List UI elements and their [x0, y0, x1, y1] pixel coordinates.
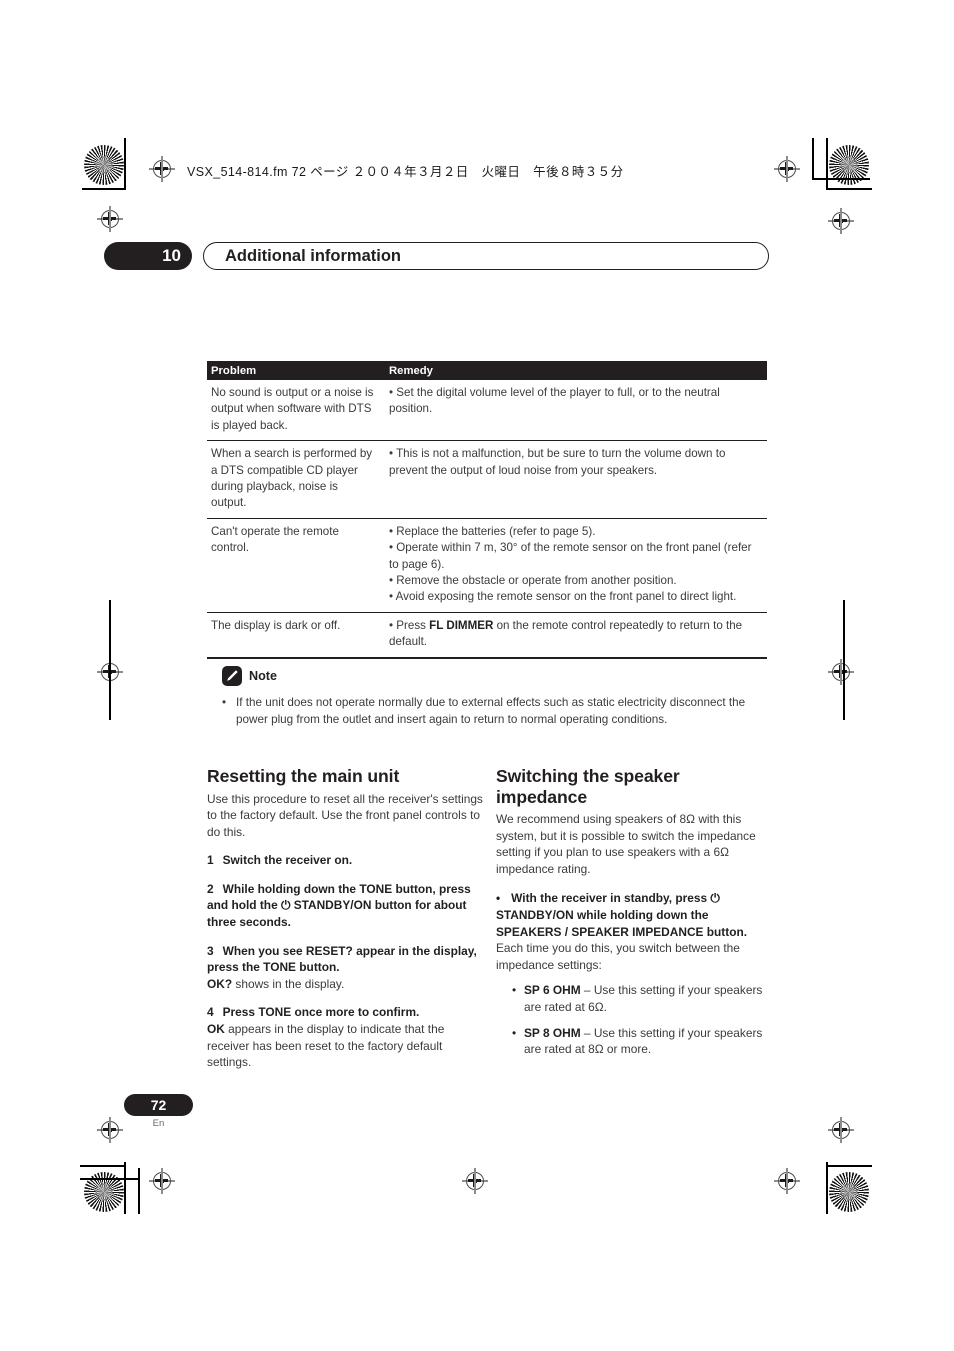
crop-mark-bottom-left-inner-v	[138, 1168, 140, 1214]
remedy-cell: • Press FL DIMMER on the remote control …	[385, 618, 767, 651]
pencil-note-icon	[222, 666, 242, 686]
registration-target-upper-left-edge	[97, 206, 123, 232]
instruction-followup: Each time you do this, you switch betwee…	[496, 941, 740, 972]
step-number: 1	[207, 853, 214, 868]
standby-power-icon: ⏻	[280, 898, 291, 913]
registration-target-lower-right-edge	[828, 1117, 854, 1143]
chapter-title: Additional information	[203, 242, 769, 270]
bullet-glyph: •	[512, 1025, 517, 1040]
registration-target-lower-left-edge	[97, 1117, 123, 1143]
crop-mark-top-right-inner-h	[812, 178, 870, 180]
folio: 72 En	[124, 1094, 193, 1129]
remedy-item: • Operate within 7 m, 30° of the remote …	[389, 541, 752, 571]
crop-mark-bottom-left-inner-h	[80, 1178, 140, 1180]
list-item: • SP 8 OHM – Use this setting if your sp…	[496, 1025, 774, 1058]
registration-target-top-center-right	[828, 208, 854, 234]
chapter-number-badge: 10	[104, 242, 192, 270]
registration-target-top-left	[149, 156, 175, 182]
remedy-cell: • Replace the batteries (refer to page 5…	[385, 524, 767, 606]
table-row: When a search is performed by a DTS comp…	[207, 441, 767, 519]
problem-cell: Can't operate the remote control.	[211, 524, 339, 555]
setting-name: SP 6 OHM	[524, 983, 581, 998]
problem-cell: No sound is output or a noise is output …	[211, 386, 374, 432]
standby-power-icon: ⏻	[710, 891, 720, 906]
step-number: 2	[207, 881, 214, 896]
crop-mark-bottom-right-v	[826, 1162, 828, 1214]
crop-mark-top-left-v	[124, 138, 126, 190]
instruction-text-a: With the receiver in standby, press	[511, 891, 711, 906]
spine-mark-right	[843, 600, 845, 720]
spine-mark-left	[109, 600, 111, 720]
section-heading-resetting: Resetting the main unit	[207, 766, 400, 786]
table-row: Can't operate the remote control. • Repl…	[207, 519, 767, 613]
bullet-glyph: •	[496, 891, 501, 906]
instruction-text-b: STANDBY/ON while holding down the SPEAKE…	[496, 907, 748, 939]
crop-mark-top-right-h	[826, 188, 872, 190]
left-column: Resetting the main unit Use this procedu…	[207, 766, 485, 1071]
note-header: Note	[222, 666, 768, 686]
problem-cell: The display is dark or off.	[211, 618, 341, 632]
page-number: 72	[124, 1094, 193, 1116]
registration-target-top-right	[774, 156, 800, 182]
remedy-item: • Remove the obstacle or operate from an…	[389, 574, 677, 588]
print-file-line: VSX_514-814.fm 72 ページ ２００４年３月２日 火曜日 午後８時…	[187, 165, 624, 179]
right-column: Switching the speaker impedance We recom…	[496, 766, 774, 1067]
registration-target-right-middle	[828, 659, 854, 685]
table-row: The display is dark or off. • Press FL D…	[207, 613, 767, 659]
note-block: Note • If the unit does not operate norm…	[222, 666, 768, 728]
impedance-instruction: • With the receiver in standby, press ⏻ S…	[496, 890, 774, 973]
problem-cell: When a search is performed by a DTS comp…	[211, 447, 373, 510]
note-text: If the unit does not operate normally du…	[236, 696, 746, 726]
registration-target-bottom-left	[149, 1168, 175, 1194]
step-result-text: appears in the display to indicate that …	[207, 1022, 445, 1070]
step-number: 4	[207, 1005, 214, 1020]
remedy-item: • This is not a malfunction, but be sure…	[389, 447, 726, 477]
step-result-label: OK?	[207, 976, 233, 991]
bullet-glyph: •	[512, 983, 517, 998]
remedy-item: • Press FL DIMMER on the remote control …	[389, 618, 743, 649]
step-2: 2 While holding down the TONE button, pre…	[207, 881, 485, 931]
registration-target-bottom-right	[774, 1168, 800, 1194]
crop-mark-bottom-left-h	[80, 1165, 126, 1167]
resetting-intro: Use this procedure to reset all the rece…	[207, 791, 483, 839]
table-row: No sound is output or a noise is output …	[207, 380, 767, 442]
bullet-glyph: •	[222, 696, 227, 709]
note-body: • If the unit does not operate normally …	[222, 695, 768, 728]
registration-rosette-top-left	[84, 145, 124, 185]
column-header-problem: Problem	[211, 364, 257, 377]
step-4: 4 Press TONE once more to confirm. OK app…	[207, 1004, 485, 1070]
step-3: 3 When you see RESET? appear in the displ…	[207, 943, 485, 993]
crop-mark-top-right-v	[826, 138, 828, 190]
column-header-remedy: Remedy	[389, 364, 433, 377]
setting-name: SP 8 OHM	[524, 1025, 581, 1040]
remedy-item: • Replace the batteries (refer to page 5…	[389, 524, 596, 538]
remedy-cell: • Set the digital volume level of the pl…	[385, 385, 767, 434]
step-result-text: shows in the display.	[232, 976, 345, 991]
impedance-intro: We recommend using speakers of 8Ω with t…	[496, 812, 756, 876]
step-result-label: OK	[207, 1022, 225, 1037]
registration-rosette-bottom-right	[829, 1172, 869, 1212]
remedy-cell: • This is not a malfunction, but be sure…	[385, 446, 767, 512]
table-header-row: Problem Remedy	[207, 361, 767, 380]
crop-mark-bottom-right-h	[826, 1165, 872, 1167]
step-number: 3	[207, 943, 214, 958]
step-text: Press TONE once more to confirm.	[222, 1005, 420, 1020]
language-code: En	[152, 1118, 165, 1129]
step-text: Switch the receiver on.	[222, 853, 353, 868]
registration-target-bottom-center	[462, 1168, 488, 1194]
step-1: 1 Switch the receiver on.	[207, 852, 485, 869]
list-item: • SP 6 OHM – Use this setting if your sp…	[496, 982, 774, 1015]
running-head: 10 Additional information	[104, 242, 769, 272]
remedy-item: • Set the digital volume level of the pl…	[389, 386, 720, 416]
impedance-settings-list: • SP 6 OHM – Use this setting if your sp…	[496, 982, 774, 1057]
step-text: When you see RESET? appear in the displa…	[207, 943, 477, 975]
section-heading-impedance: Switching the speaker impedance	[496, 766, 680, 807]
crop-mark-top-left-h	[82, 188, 126, 190]
troubleshooting-table: Problem Remedy No sound is output or a n…	[207, 361, 767, 659]
crop-mark-top-right-inner-v	[812, 138, 814, 180]
crop-mark-bottom-left-v	[124, 1162, 126, 1214]
note-title: Note	[249, 669, 277, 683]
remedy-item: • Avoid exposing the remote sensor on th…	[389, 590, 737, 604]
